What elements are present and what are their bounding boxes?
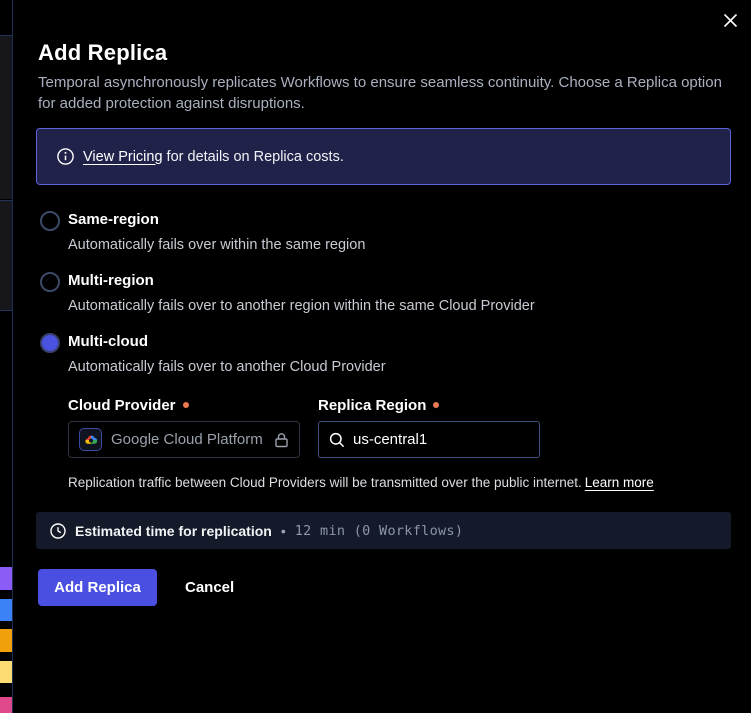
learn-more-link[interactable]: Learn more bbox=[585, 475, 654, 490]
background-row-divider bbox=[0, 310, 12, 311]
option-label[interactable]: Multi-cloud bbox=[68, 333, 148, 350]
cloud-provider-label: Cloud Provider bbox=[68, 397, 189, 414]
traffic-note: Replication traffic between Cloud Provid… bbox=[68, 475, 654, 490]
close-icon bbox=[723, 13, 738, 28]
background-row bbox=[0, 201, 12, 310]
cloud-provider-value: Google Cloud Platform bbox=[111, 431, 263, 448]
replica-region-label: Replica Region bbox=[318, 397, 439, 414]
radio-same-region[interactable] bbox=[40, 211, 60, 231]
gcp-logo-icon bbox=[79, 428, 102, 451]
radio-multi-cloud[interactable] bbox=[40, 333, 60, 353]
cloud-provider-label-text: Cloud Provider bbox=[68, 397, 176, 414]
pricing-info-banner: View Pricing for details on Replica cost… bbox=[36, 128, 731, 185]
background-strip-pink bbox=[0, 697, 12, 713]
pricing-banner-rest: for details on Replica costs. bbox=[163, 149, 344, 165]
background-strip-orange bbox=[0, 629, 12, 652]
view-pricing-link[interactable]: View Pricing bbox=[83, 149, 163, 165]
option-description: Automatically fails over within the same… bbox=[68, 237, 365, 253]
required-dot-icon bbox=[433, 402, 439, 408]
replica-region-input[interactable] bbox=[353, 431, 513, 448]
background-row bbox=[0, 36, 12, 199]
modal-description: Temporal asynchronously replicates Workf… bbox=[38, 72, 730, 114]
replica-region-label-text: Replica Region bbox=[318, 397, 426, 414]
estimate-banner: Estimated time for replication • 12 min … bbox=[36, 512, 731, 549]
background-strip-yellow bbox=[0, 661, 12, 683]
background-row-divider bbox=[0, 200, 12, 201]
background-page-sliver bbox=[0, 0, 12, 713]
estimate-value: 12 min (0 Workflows) bbox=[295, 523, 464, 539]
option-label[interactable]: Same-region bbox=[68, 211, 159, 228]
add-replica-button[interactable]: Add Replica bbox=[38, 569, 157, 606]
radio-multi-region[interactable] bbox=[40, 272, 60, 292]
background-strip-purple bbox=[0, 567, 12, 590]
cloud-provider-select[interactable]: Google Cloud Platform bbox=[68, 421, 300, 458]
background-row-divider bbox=[0, 35, 12, 36]
replica-region-search[interactable] bbox=[318, 421, 540, 458]
background-strip-blue bbox=[0, 599, 12, 621]
cancel-button[interactable]: Cancel bbox=[175, 569, 244, 606]
required-dot-icon bbox=[183, 402, 189, 408]
search-icon bbox=[329, 432, 345, 448]
option-description: Automatically fails over to another regi… bbox=[68, 298, 535, 314]
add-replica-modal: Add Replica Temporal asynchronously repl… bbox=[13, 0, 751, 713]
estimate-label: Estimated time for replication bbox=[75, 523, 272, 539]
traffic-note-text: Replication traffic between Cloud Provid… bbox=[68, 475, 582, 490]
page-title: Add Replica bbox=[38, 40, 167, 66]
clock-icon bbox=[50, 523, 66, 539]
estimate-separator: • bbox=[281, 523, 286, 539]
close-button[interactable] bbox=[716, 6, 744, 34]
option-description: Automatically fails over to another Clou… bbox=[68, 359, 386, 375]
lock-icon bbox=[274, 432, 289, 448]
info-circle-icon bbox=[57, 148, 74, 165]
option-label[interactable]: Multi-region bbox=[68, 272, 154, 289]
pricing-banner-text: View Pricing for details on Replica cost… bbox=[83, 149, 344, 165]
